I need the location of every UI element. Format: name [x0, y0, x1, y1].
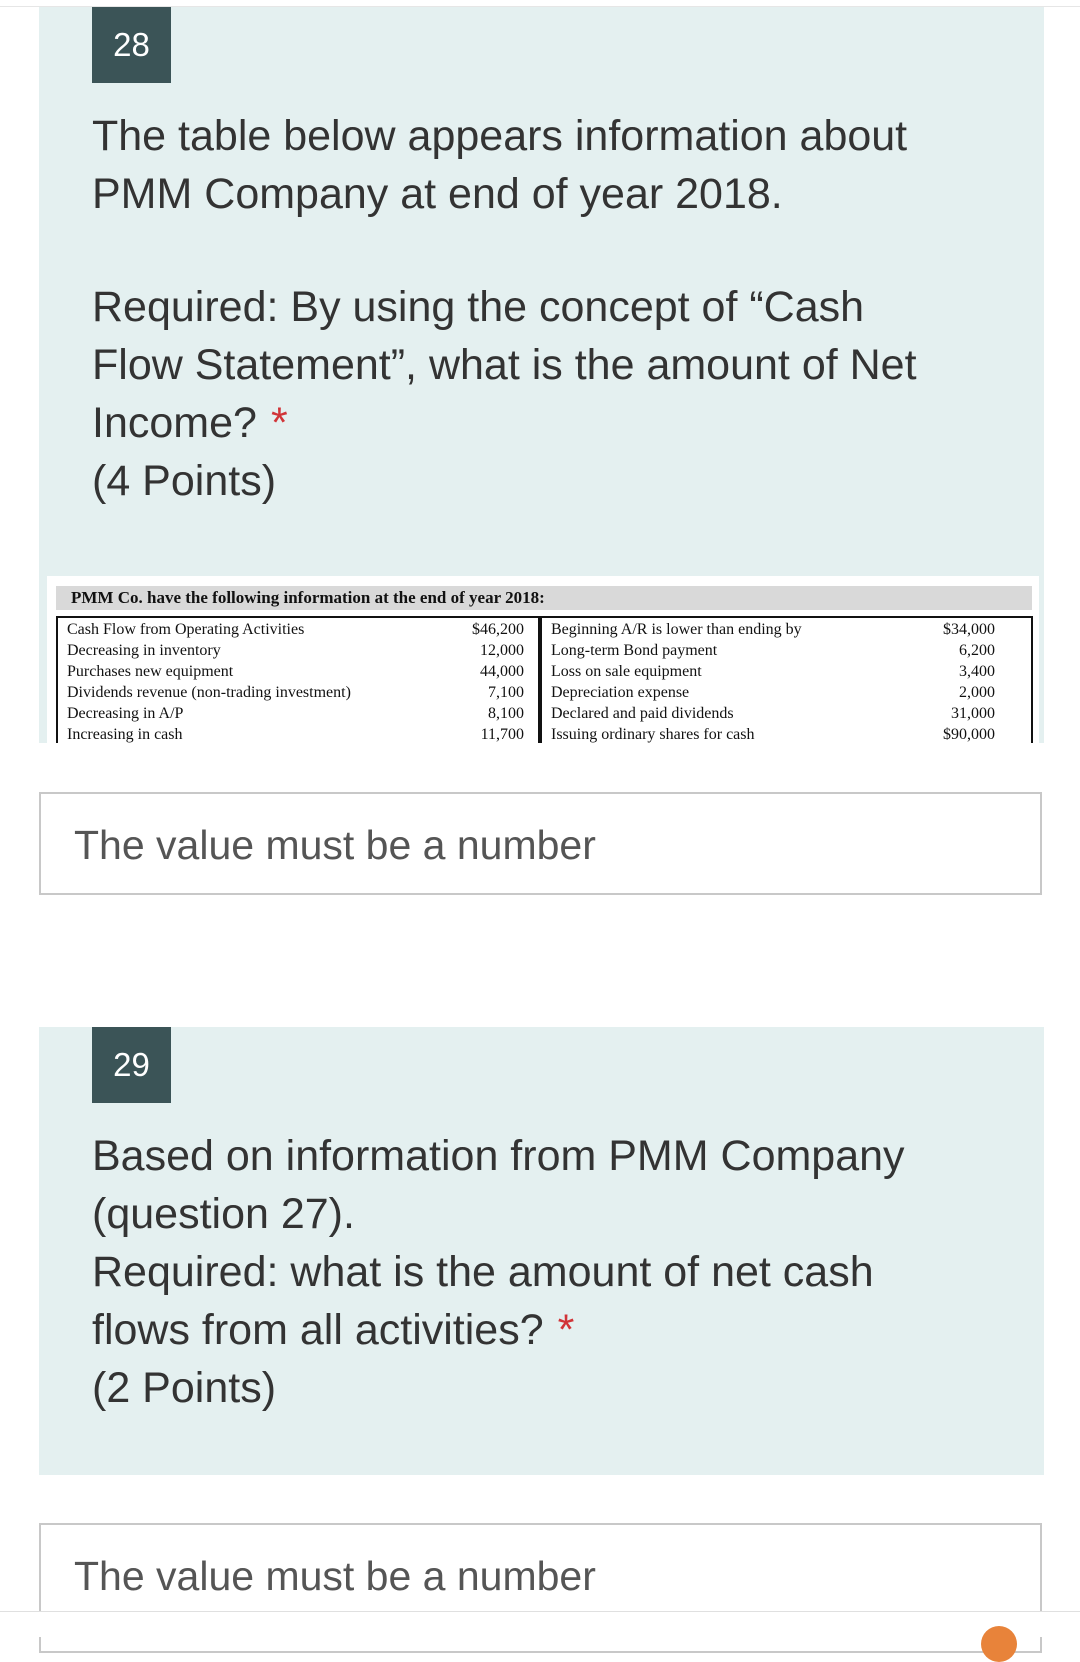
table-row: Cash Flow from Operating Activities $46,2… — [58, 619, 538, 640]
row-label: Declared and paid dividends — [551, 705, 734, 722]
row-value: 7,100 — [488, 684, 524, 701]
question-title-line: flows from all activities? * — [92, 1301, 972, 1359]
question-title: Based on information from PMM Company (q… — [92, 1127, 972, 1417]
table-row: Purchases new equipment 44,000 — [58, 661, 538, 682]
row-label: Issuing ordinary shares for cash — [551, 726, 755, 743]
table-row: Decreasing in A/P 8,100 — [58, 703, 538, 724]
table-row: Decreasing in inventory 12,000 — [58, 640, 538, 661]
question-title-line: The table below appears information abou… — [92, 112, 908, 160]
table-row: Declared and paid dividends 31,000 — [542, 703, 1031, 724]
table-row: Dividends revenue (non-trading investmen… — [58, 682, 538, 703]
question-title-line: Required: what is the amount of net cash — [92, 1248, 874, 1296]
question-number-badge: 28 — [92, 7, 171, 83]
table-row: Issuing ordinary shares for cash $90,000 — [542, 724, 1031, 743]
row-label: Decreasing in inventory — [67, 642, 221, 659]
table-row: Increasing in cash 11,700 — [58, 724, 538, 743]
question-points: (4 Points) — [92, 457, 277, 505]
row-label: Dividends revenue (non-trading investmen… — [67, 684, 351, 701]
question-title-text: flows from all activities? — [92, 1306, 544, 1354]
table-left-column: Cash Flow from Operating Activities $46,2… — [56, 616, 540, 743]
row-label: Decreasing in A/P — [67, 705, 184, 722]
row-label: Cash Flow from Operating Activities — [67, 621, 305, 638]
row-label: Depreciation expense — [551, 684, 690, 701]
row-value: 31,000 — [951, 705, 995, 722]
row-value: 8,100 — [488, 705, 524, 722]
row-value: 44,000 — [480, 663, 524, 680]
question-title-line: (question 27). — [92, 1190, 355, 1238]
table-row: Long-term Bond payment 6,200 — [542, 640, 1031, 661]
row-value: $46,200 — [472, 621, 524, 638]
row-value: $34,000 — [943, 621, 995, 638]
answer-placeholder: The value must be a number — [74, 1553, 596, 1599]
table-header: PMM Co. have the following information a… — [56, 586, 1032, 610]
floating-action-button[interactable] — [981, 1626, 1017, 1662]
question-points: (2 Points) — [92, 1364, 277, 1412]
question-title-line: Income? * — [92, 394, 972, 452]
answer-placeholder: The value must be a number — [74, 822, 596, 868]
table-row: Loss on sale equipment 3,400 — [542, 661, 1031, 682]
question-title-line: Based on information from PMM Company — [92, 1132, 905, 1180]
row-value: 11,700 — [480, 726, 524, 743]
row-label: Beginning A/R is lower than ending by — [551, 621, 802, 638]
question-title-line: PMM Company at end of year 2018. — [92, 170, 783, 218]
question-29-card: 29 Based on information from PMM Company… — [39, 1027, 1044, 1475]
question-title: The table below appears information abou… — [92, 107, 972, 510]
table-right-column: Beginning A/R is lower than ending by $34… — [540, 616, 1033, 743]
question-title-spacer — [92, 223, 972, 278]
row-label: Increasing in cash — [67, 726, 183, 743]
row-value: 12,000 — [480, 642, 524, 659]
required-asterisk: * — [557, 1306, 575, 1354]
question-title-text: Income? — [92, 399, 257, 447]
row-value: 2,000 — [959, 684, 995, 701]
row-label: Long-term Bond payment — [551, 642, 718, 659]
answer-input-q28[interactable]: The value must be a number — [39, 792, 1042, 895]
row-label: Purchases new equipment — [67, 663, 234, 680]
question-title-line: Required: By using the concept of “Cash — [92, 283, 865, 331]
row-value: 3,400 — [959, 663, 995, 680]
bottom-bar — [0, 1611, 1080, 1637]
row-value: 6,200 — [959, 642, 995, 659]
question-image-table: PMM Co. have the following information a… — [47, 576, 1039, 743]
question-number-badge: 29 — [92, 1027, 171, 1103]
row-value: $90,000 — [943, 726, 995, 743]
top-divider — [0, 0, 1080, 7]
row-label: Loss on sale equipment — [551, 663, 702, 680]
question-28-card: 28 The table below appears information a… — [39, 7, 1044, 743]
table-row: Beginning A/R is lower than ending by $34… — [542, 619, 1031, 640]
required-asterisk: * — [270, 399, 288, 447]
question-title-line: Flow Statement”, what is the amount of N… — [92, 341, 917, 389]
table-row: Depreciation expense 2,000 — [542, 682, 1031, 703]
